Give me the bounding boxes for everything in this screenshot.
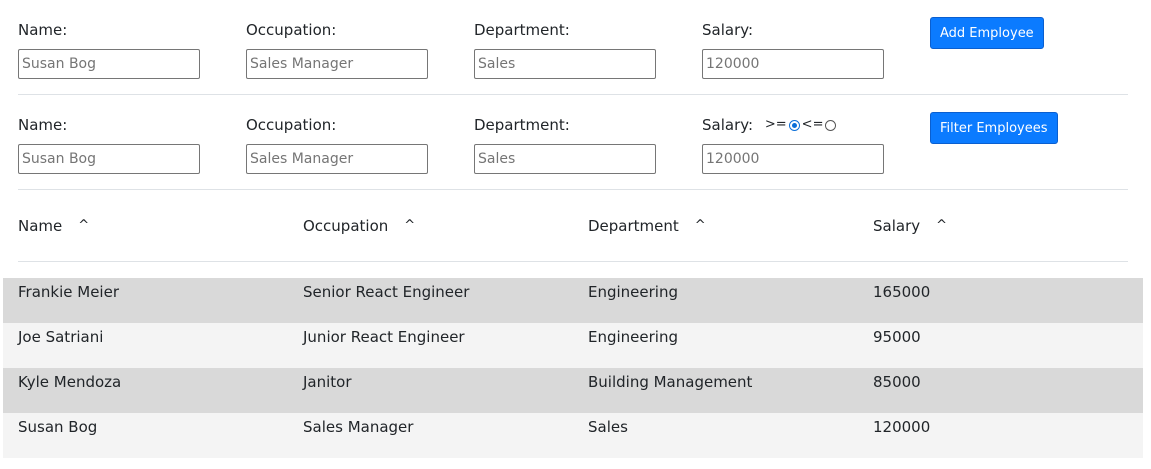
lte-radio[interactable] [825, 119, 837, 131]
add-employee-button[interactable]: Add Employee [930, 17, 1044, 49]
cell-salary: 85000 [873, 373, 921, 391]
sort-caret-icon[interactable]: ^ [404, 216, 415, 236]
gte-radio[interactable] [788, 119, 800, 131]
add-name-field: Name: [18, 20, 200, 79]
cell-department: Engineering [588, 283, 678, 301]
filter-department-field: Department: [474, 115, 656, 174]
salary-operator-group: >= <= [764, 115, 838, 135]
table-row: Susan Bog Sales Manager Sales 120000 [3, 413, 1143, 458]
column-header-name[interactable]: Name ^ [18, 216, 89, 236]
add-department-label: Department: [474, 21, 570, 39]
cell-occupation: Janitor [303, 373, 352, 391]
filter-name-field: Name: [18, 115, 200, 174]
add-occupation-input[interactable] [246, 49, 428, 79]
sort-caret-icon[interactable]: ^ [78, 216, 89, 236]
filter-salary-input[interactable] [702, 144, 884, 174]
filter-department-input[interactable] [474, 144, 656, 174]
add-department-field: Department: [474, 20, 656, 79]
add-department-input[interactable] [474, 49, 656, 79]
filter-salary-label: Salary: [702, 116, 754, 134]
filter-salary-field: Salary: >= <= [702, 115, 884, 174]
add-salary-input[interactable] [702, 49, 884, 79]
cell-department: Engineering [588, 328, 678, 346]
filter-occupation-field: Occupation: [246, 115, 428, 174]
lte-operator-label: <= [801, 117, 824, 132]
column-header-salary[interactable]: Salary ^ [873, 216, 947, 236]
add-salary-field: Salary: [702, 20, 884, 79]
employee-table-body: Frankie Meier Senior React Engineer Engi… [3, 278, 1143, 458]
column-header-label: Occupation [303, 217, 389, 235]
cell-occupation: Sales Manager [303, 418, 414, 436]
cell-occupation: Junior React Engineer [303, 328, 465, 346]
cell-salary: 165000 [873, 283, 931, 301]
cell-occupation: Senior React Engineer [303, 283, 470, 301]
cell-name: Kyle Mendoza [18, 373, 122, 391]
cell-salary: 120000 [873, 418, 931, 436]
cell-name: Joe Satriani [18, 328, 104, 346]
table-row: Frankie Meier Senior React Engineer Engi… [3, 278, 1143, 323]
add-employee-form: Name: Occupation: Department: Salary: Ad… [18, 0, 1128, 95]
sort-caret-icon[interactable]: ^ [695, 216, 706, 236]
cell-salary: 95000 [873, 328, 921, 346]
filter-employees-form: Name: Occupation: Department: Salary: >=… [18, 95, 1128, 190]
filter-department-label: Department: [474, 116, 570, 134]
cell-department: Building Management [588, 373, 753, 391]
column-header-department[interactable]: Department ^ [588, 216, 706, 236]
filter-salary-label-row: Salary: >= <= [702, 115, 837, 135]
column-header-occupation[interactable]: Occupation ^ [303, 216, 415, 236]
table-header: Name ^ Occupation ^ Department ^ Salary … [18, 190, 1128, 262]
filter-name-label: Name: [18, 116, 68, 134]
add-salary-label: Salary: [702, 21, 754, 39]
sort-caret-icon[interactable]: ^ [936, 216, 947, 236]
column-header-label: Name [18, 217, 63, 235]
filter-occupation-input[interactable] [246, 144, 428, 174]
column-header-label: Department [588, 217, 679, 235]
add-name-label: Name: [18, 21, 68, 39]
cell-name: Frankie Meier [18, 283, 119, 301]
cell-name: Susan Bog [18, 418, 98, 436]
add-name-input[interactable] [18, 49, 200, 79]
gte-operator-label: >= [764, 117, 787, 132]
add-occupation-label: Occupation: [246, 21, 337, 39]
column-header-label: Salary [873, 217, 921, 235]
filter-occupation-label: Occupation: [246, 116, 337, 134]
filter-name-input[interactable] [18, 144, 200, 174]
add-occupation-field: Occupation: [246, 20, 428, 79]
filter-employees-button[interactable]: Filter Employees [930, 112, 1058, 144]
cell-department: Sales [588, 418, 628, 436]
table-row: Joe Satriani Junior React Engineer Engin… [3, 323, 1143, 368]
table-row: Kyle Mendoza Janitor Building Management… [3, 368, 1143, 413]
